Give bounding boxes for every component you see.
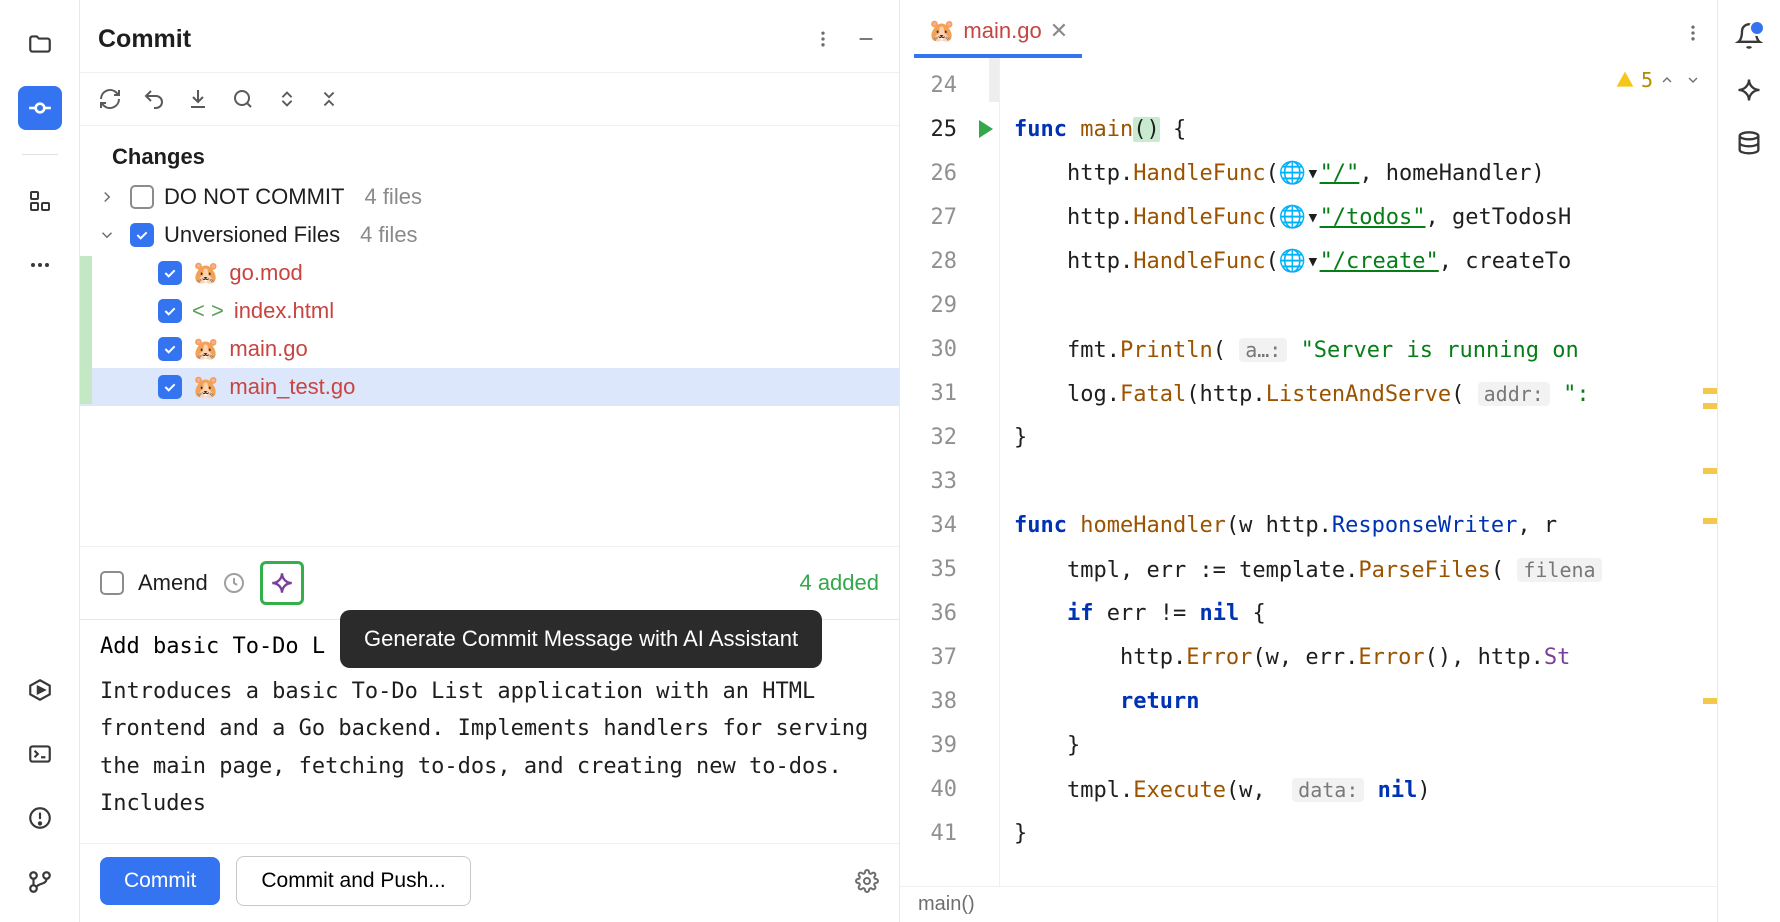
commit-button[interactable]: Commit [100,857,220,905]
commit-toolbar [80,73,899,126]
commit-message-area: Generate Commit Message with AI Assistan… [80,619,899,843]
code-editor[interactable]: 5 242526272829303132333435363738394041 f… [900,58,1717,886]
line-gutter[interactable]: 242526272829303132333435363738394041 [900,58,1000,886]
go-test-file-icon: 🐹 [192,374,219,400]
editor-tab-bar: 🐹 main.go ✕ [900,0,1717,58]
checkbox[interactable] [130,185,154,209]
editor-pane: 🐹 main.go ✕ 5 24252627282930313233343536… [900,0,1718,922]
commit-button-row: Commit Commit and Push... [80,843,899,922]
amend-checkbox[interactable] [100,571,124,595]
left-nav-rail [0,0,80,922]
commit-and-push-button[interactable]: Commit and Push... [236,856,470,906]
checkbox[interactable] [130,223,154,247]
collapse-all-icon[interactable] [318,88,340,110]
commit-settings-icon[interactable] [855,869,879,893]
file-row[interactable]: 🐹 main.go [80,330,899,368]
go-file-icon: 🐹 [192,260,219,286]
database-icon[interactable] [1735,130,1763,158]
file-count: 4 files [360,222,417,248]
changes-header: Changes [80,136,899,178]
more-icon[interactable] [18,243,62,287]
changes-tree[interactable]: Changes DO NOT COMMIT 4 files Unversione… [80,126,899,546]
changelist-row-unversioned[interactable]: Unversioned Files 4 files [80,216,899,254]
filename: index.html [234,298,334,324]
commit-panel-title: Commit [98,25,795,54]
error-stripe[interactable] [1703,58,1717,886]
chevron-right-icon[interactable] [98,188,120,206]
filename: main_test.go [229,374,355,400]
rollback-icon[interactable] [142,87,166,111]
added-count: 4 added [799,570,879,596]
ai-assistant-icon[interactable] [1735,76,1763,104]
commit-icon[interactable] [18,86,62,130]
go-file-icon: 🐹 [192,336,219,362]
refresh-icon[interactable] [98,87,122,111]
structure-icon[interactable] [18,179,62,223]
filename: go.mod [229,260,302,286]
expand-all-icon[interactable] [276,88,298,110]
notifications-icon[interactable] [1735,22,1763,50]
file-row[interactable]: 🐹 go.mod [80,254,899,292]
tab-options-icon[interactable] [1683,23,1703,43]
editor-tab[interactable]: 🐹 main.go ✕ [914,8,1082,58]
commit-panel: Commit Changes DO NOT COMMIT 4 files [80,0,900,922]
git-icon[interactable] [18,860,62,904]
amend-label: Amend [138,570,208,596]
file-row[interactable]: < > index.html [80,292,899,330]
close-tab-icon[interactable]: ✕ [1050,18,1068,44]
shelve-icon[interactable] [186,87,210,111]
editor-breadcrumb[interactable]: main() [900,886,1717,922]
panel-options-icon[interactable] [809,25,837,53]
checkbox[interactable] [158,299,182,323]
commit-body-input[interactable]: Introduces a basic To-Do List applicatio… [80,673,899,843]
checkbox[interactable] [158,337,182,361]
project-icon[interactable] [18,22,62,66]
problems-icon[interactable] [18,796,62,840]
go-file-icon: 🐹 [928,18,955,44]
changelist-label: DO NOT COMMIT [164,184,344,210]
tab-filename: main.go [963,18,1041,44]
ai-tooltip: Generate Commit Message with AI Assistan… [340,610,822,668]
run-icon[interactable] [18,668,62,712]
amend-row: Amend 4 added [80,546,899,619]
file-row[interactable]: 🐹 main_test.go [80,368,899,406]
chevron-down-icon[interactable] [98,226,120,244]
right-tool-rail [1718,0,1780,922]
terminal-icon[interactable] [18,732,62,776]
checkbox[interactable] [158,261,182,285]
history-icon[interactable] [222,571,246,595]
checkbox[interactable] [158,375,182,399]
file-count: 4 files [364,184,421,210]
html-file-icon: < > [192,298,224,324]
panel-minimize-icon[interactable] [851,24,881,54]
code-content[interactable]: func main() { http.HandleFunc(🌐▾"/", hom… [1000,58,1717,886]
diff-preview-icon[interactable] [230,87,256,111]
changelist-label: Unversioned Files [164,222,340,248]
ai-generate-commit-button[interactable] [260,561,304,605]
changelist-row-do-not-commit[interactable]: DO NOT COMMIT 4 files [80,178,899,216]
filename: main.go [229,336,307,362]
